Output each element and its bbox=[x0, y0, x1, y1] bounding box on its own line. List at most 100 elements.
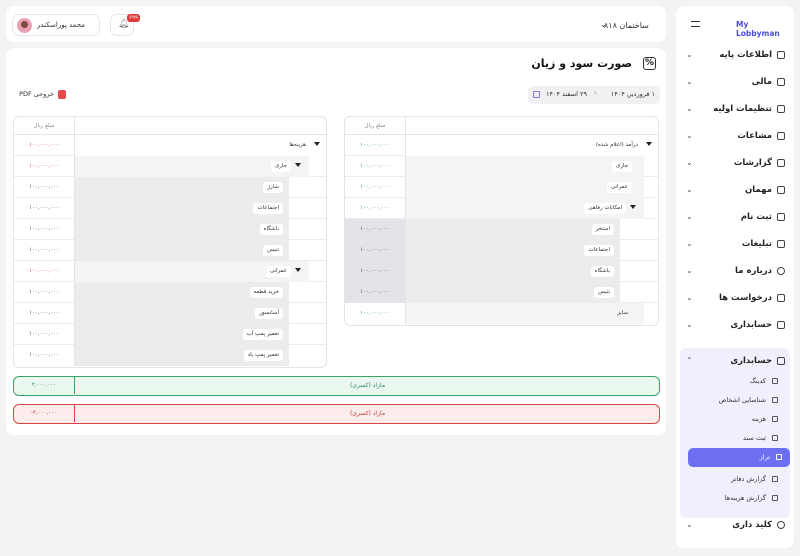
table-row[interactable]: ۱۰۰,۰۰۰,۰۰۰ اجتماعات bbox=[345, 240, 658, 261]
sidebar-item-initial-settings[interactable]: تنظیمات اولیه ⌄ bbox=[676, 96, 794, 123]
caret-down-icon[interactable] bbox=[630, 205, 636, 209]
row-label: سایر bbox=[617, 310, 628, 316]
submenu-item-voucher[interactable]: ثبت سند bbox=[680, 429, 790, 448]
common-areas-icon bbox=[777, 132, 785, 140]
table-row[interactable]: ۱۰۰,۰۰۰,۰۰۰ تعمیر پمپ آب bbox=[14, 324, 326, 345]
date-range-picker[interactable]: ۱ فروردین ۱۴۰۴ › ۲۹ اسفند ۱۴۰۴ bbox=[528, 86, 660, 104]
row-label-area: جاری bbox=[75, 156, 309, 177]
row-label-area: اجتماعات bbox=[406, 240, 620, 261]
wallet-icon bbox=[777, 78, 785, 86]
chevron-down-icon: ⌄ bbox=[686, 320, 693, 329]
table-row[interactable]: ۱۰۰,۰۰۰,۰۰۰ تنیس bbox=[14, 240, 326, 261]
submenu-item-persons[interactable]: شناسایی اشخاص bbox=[680, 391, 790, 410]
total-label: مازاد (کسری) bbox=[349, 382, 386, 389]
notifications-button[interactable]: 🔔︎ ۶۹۹ bbox=[110, 14, 140, 36]
top-header: ساختمان ۸۱۸ ⌄ 🔔︎ ۶۹۹ محمد پوراسکندر bbox=[6, 6, 666, 42]
row-label-area: تعمیر پمپ باد bbox=[75, 345, 289, 366]
row-amount: ۱۰۰,۰۰۰,۰۰۰ bbox=[345, 303, 406, 324]
sidebar-item-requests[interactable]: درخواست ها ⌄ bbox=[676, 285, 794, 312]
building-selector[interactable]: ساختمان ۸۱۸ bbox=[604, 21, 649, 30]
row-label-area: امکانات رفاهی bbox=[406, 198, 644, 219]
sidebar-item-basic-info[interactable]: اطلاعات پایه ⌄ bbox=[676, 42, 794, 69]
row-label: شارژ bbox=[263, 182, 283, 193]
accounting-icon bbox=[777, 357, 785, 365]
caret-down-icon[interactable] bbox=[295, 268, 301, 272]
accounting-submenu: حسابداری ⌃ کدینگ شناسایی اشخاص هزینه ثبت… bbox=[680, 348, 790, 518]
table-row[interactable]: ۱۰۰,۰۰۰,۰۰۰ جاری bbox=[14, 156, 326, 177]
percent-icon: % bbox=[643, 57, 656, 70]
label-column-header bbox=[406, 117, 658, 135]
row-label: جاری bbox=[611, 161, 632, 172]
sidebar-item-registration[interactable]: ثبت نام ⌄ bbox=[676, 204, 794, 231]
export-pdf-button[interactable]: خروجی PDF bbox=[16, 88, 66, 102]
sidebar-item-reports[interactable]: گزارشات ⌄ bbox=[676, 150, 794, 177]
surplus-total-positive: ۲,۰۰۰,۰۰۰ مازاد (کسری) bbox=[13, 376, 660, 396]
table-row[interactable]: ۱۰۰,۰۰۰,۰۰۰ عمرانی bbox=[14, 261, 326, 282]
sidebar-item-key-management[interactable]: کلید داری ⌄ bbox=[676, 512, 794, 539]
row-amount: ۱۰۰,۰۰۰,۰۰۰ bbox=[14, 135, 75, 156]
table-row[interactable]: ۱۰۰,۰۰۰,۰۰۰ درآمد (اعلام شده) bbox=[345, 135, 658, 156]
chevron-down-icon[interactable]: ⌄ bbox=[600, 20, 607, 29]
sidebar-item-financial[interactable]: مالی ⌄ bbox=[676, 69, 794, 96]
sidebar-item-about[interactable]: درباره ما ⌄ bbox=[676, 258, 794, 285]
row-amount: ۱۰۰,۰۰۰,۰۰۰ bbox=[14, 219, 75, 240]
table-row[interactable]: ۱۰۰,۰۰۰,۰۰۰ اجتماعات bbox=[14, 198, 326, 219]
menu-toggle-icon[interactable] bbox=[691, 21, 700, 27]
income-table: مبلغ ریال ۱۰۰,۰۰۰,۰۰۰ درآمد (اعلام شده) … bbox=[344, 116, 659, 326]
table-row[interactable]: ۱۰۰,۰۰۰,۰۰۰ شارژ bbox=[14, 177, 326, 198]
pdf-icon bbox=[58, 90, 66, 99]
row-amount: ۱۰۰,۰۰۰,۰۰۰ bbox=[14, 240, 75, 261]
submenu-item-label: ثبت سند bbox=[742, 434, 766, 442]
table-row[interactable]: ۱۰۰,۰۰۰,۰۰۰ استخر bbox=[345, 219, 658, 240]
date-to: ۲۹ اسفند ۱۴۰۴ bbox=[546, 90, 587, 98]
row-label-area: سایر bbox=[406, 303, 644, 324]
sidebar-item-common-areas[interactable]: مشاعات ⌄ bbox=[676, 123, 794, 150]
sidebar-item-accounting-expanded[interactable]: حسابداری ⌃ bbox=[680, 348, 790, 375]
sidebar-item-accounting[interactable]: حسابداری ⌄ bbox=[676, 312, 794, 339]
submenu-item-ledger-report[interactable]: گزارش دفاتر bbox=[680, 470, 790, 489]
caret-down-icon[interactable] bbox=[295, 163, 301, 167]
submenu-item-label: هزینه bbox=[751, 415, 766, 423]
table-row[interactable]: ۱۰۰,۰۰۰,۰۰۰ باشگاه bbox=[345, 261, 658, 282]
table-row[interactable]: ۱۰۰,۰۰۰,۰۰۰ سایر bbox=[345, 303, 658, 324]
chevron-down-icon: ⌄ bbox=[686, 266, 693, 275]
submenu-item-coding[interactable]: کدینگ bbox=[680, 372, 790, 391]
ads-icon bbox=[777, 240, 785, 248]
row-amount: ۱۰۰,۰۰۰,۰۰۰ bbox=[345, 156, 406, 177]
sidebar-item-label: درباره ما bbox=[735, 266, 772, 276]
sidebar-item-ads[interactable]: تبلیغات ⌄ bbox=[676, 231, 794, 258]
amount-column-header: مبلغ ریال bbox=[345, 117, 406, 135]
submenu-item-expense-report[interactable]: گزارش هزینه‌ها bbox=[680, 489, 790, 508]
submenu-item-expense[interactable]: هزینه bbox=[680, 410, 790, 429]
user-menu[interactable]: محمد پوراسکندر bbox=[12, 14, 100, 36]
table-row[interactable]: ۱۰۰,۰۰۰,۰۰۰ آسانسور bbox=[14, 303, 326, 324]
submenu-item-balance[interactable]: تراز bbox=[688, 448, 790, 467]
caret-down-icon[interactable] bbox=[314, 142, 320, 146]
row-amount: ۱۰۰,۰۰۰,۰۰۰ bbox=[345, 282, 406, 303]
coding-icon bbox=[772, 378, 778, 384]
sidebar: My Lobbyman اطلاعات پایه ⌄ مالی ⌄ تنظیما… bbox=[676, 6, 794, 548]
register-icon bbox=[777, 213, 785, 221]
table-row[interactable]: ۱۰۰,۰۰۰,۰۰۰ باشگاه bbox=[14, 219, 326, 240]
chevron-down-icon: ⌄ bbox=[686, 50, 693, 59]
notification-badge: ۶۹۹ bbox=[127, 14, 140, 22]
building-icon bbox=[777, 51, 785, 59]
table-row[interactable]: ۱۰۰,۰۰۰,۰۰۰ جاری bbox=[345, 156, 658, 177]
table-row[interactable]: ۱۰۰,۰۰۰,۰۰۰ هزینه‌ها bbox=[14, 135, 326, 156]
table-row[interactable]: ۱۰۰,۰۰۰,۰۰۰ عمرانی bbox=[345, 177, 658, 198]
row-amount: ۱۰۰,۰۰۰,۰۰۰ bbox=[14, 198, 75, 219]
balance-icon bbox=[776, 454, 782, 460]
table-row[interactable]: ۱۰۰,۰۰۰,۰۰۰ خرید قطعه bbox=[14, 282, 326, 303]
table-row[interactable]: ۱۰۰,۰۰۰,۰۰۰ تنیس bbox=[345, 282, 658, 303]
caret-down-icon[interactable] bbox=[646, 142, 652, 146]
brand-logo: My Lobbyman bbox=[736, 20, 780, 38]
row-label-area: باشگاه bbox=[75, 219, 289, 240]
table-row[interactable]: ۱۰۰,۰۰۰,۰۰۰ امکانات رفاهی bbox=[345, 198, 658, 219]
chevron-down-icon: ⌄ bbox=[686, 131, 693, 140]
sidebar-item-label: مالی bbox=[751, 77, 772, 87]
avatar bbox=[17, 18, 32, 33]
sidebar-item-guest[interactable]: مهمان ⌄ bbox=[676, 177, 794, 204]
row-label: آسانسور bbox=[255, 308, 283, 319]
expense-table: مبلغ ریال ۱۰۰,۰۰۰,۰۰۰ هزینه‌ها ۱۰۰,۰۰۰,۰… bbox=[13, 116, 327, 368]
table-row[interactable]: ۱۰۰,۰۰۰,۰۰۰ تعمیر پمپ باد bbox=[14, 345, 326, 366]
